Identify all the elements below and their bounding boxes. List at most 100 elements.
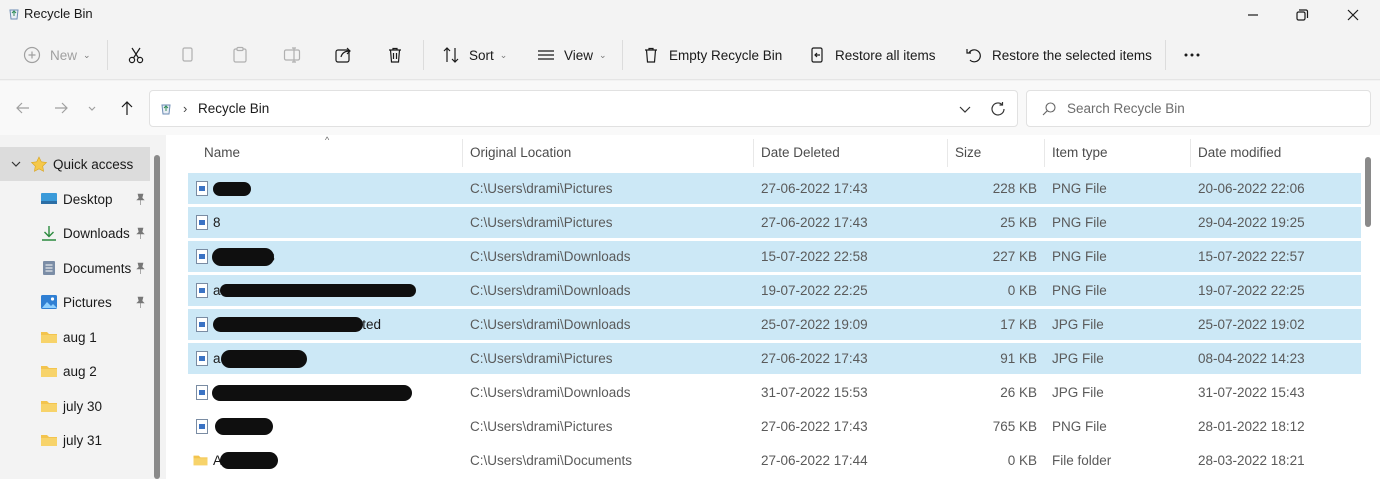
cut-button[interactable] (126, 30, 146, 80)
column-header-item-type[interactable]: Item type (1052, 135, 1108, 169)
search-box[interactable] (1026, 90, 1371, 127)
refresh-icon[interactable] (989, 100, 1007, 118)
column-header-name[interactable]: Name (204, 135, 240, 169)
folder-icon (41, 332, 57, 343)
back-button[interactable] (8, 81, 38, 135)
sidebar-item-downloads[interactable]: Downloads (0, 216, 150, 250)
empty-recycle-bin-label: Empty Recycle Bin (669, 47, 783, 63)
sidebar-item-label: aug 2 (63, 363, 97, 379)
date-deleted: 15-07-2022 22:58 (761, 249, 868, 264)
arrow-up-icon (121, 101, 133, 115)
table-row[interactable]: step 2 C:\Users\drami\Pictures 27-06-202… (188, 173, 1361, 204)
file-size: 91 KB (1000, 351, 1037, 366)
plus-circle-icon (23, 46, 41, 64)
command-bar: New ⌄ Sort ⌄ View ⌄ Empty Recycle Bin Re… (0, 30, 1380, 80)
minimize-button[interactable] (1230, 0, 1276, 30)
table-row[interactable]: 8 C:\Users\drami\Pictures 27-06-2022 17:… (188, 207, 1361, 238)
date-deleted: 31-07-2022 15:53 (761, 385, 868, 400)
chevron-down-icon: ⌄ (599, 49, 607, 60)
sidebar-item-july-31[interactable]: july 31 (0, 423, 150, 457)
table-row[interactable]: C:\Users\drami\Downloads 31-07-2022 15:5… (188, 377, 1361, 408)
restore-selected-label: Restore the selected items (992, 47, 1152, 63)
sidebar-item-aug-2[interactable]: aug 2 (0, 354, 150, 388)
item-type: PNG File (1052, 419, 1107, 434)
clipboard-icon (233, 46, 247, 63)
date-modified: 28-03-2022 18:21 (1198, 453, 1305, 468)
image-file-icon (196, 215, 208, 230)
address-bar[interactable]: › Recycle Bin (149, 90, 1018, 127)
item-type: PNG File (1052, 215, 1107, 230)
restore-selected-button[interactable]: Restore the selected items (964, 30, 1152, 80)
forward-button[interactable] (46, 81, 76, 135)
sort-button[interactable]: Sort ⌄ (441, 30, 507, 80)
sort-icon (443, 47, 459, 63)
restore-all-button[interactable]: Restore all items (807, 30, 936, 80)
window-title: Recycle Bin (24, 6, 93, 21)
column-divider[interactable] (753, 139, 754, 167)
table-row[interactable]: a t C:\Users\drami\Pictures 27-06-2022 1… (188, 343, 1361, 374)
up-button[interactable] (112, 81, 142, 135)
file-size: 26 KB (1000, 385, 1037, 400)
table-row[interactable]: s C:\Users\drami\Downloads 15-07-2022 22… (188, 241, 1361, 272)
column-divider[interactable] (462, 139, 463, 167)
item-type: JPG File (1052, 317, 1104, 332)
table-row[interactable]: C:\Users\drami\Pictures 27-06-2022 17:43… (188, 411, 1361, 442)
chevron-down-icon[interactable] (957, 101, 973, 117)
file-size: 17 KB (1000, 317, 1037, 332)
delete-button[interactable] (385, 30, 405, 80)
new-label: New (50, 47, 78, 63)
download-icon (42, 226, 56, 241)
table-row[interactable]: ected C:\Users\drami\Downloads 25-07-202… (188, 309, 1361, 340)
redaction-mark (221, 350, 307, 368)
undo-icon (966, 49, 981, 63)
document-icon (43, 261, 55, 275)
search-input[interactable] (1067, 91, 1357, 126)
column-header-label: Original Location (470, 144, 572, 160)
restore-window-button[interactable] (1279, 0, 1325, 30)
share-button[interactable] (333, 30, 353, 80)
sidebar-item-desktop[interactable]: Desktop (0, 182, 150, 216)
item-type: JPG File (1052, 385, 1104, 400)
more-options-button[interactable] (1182, 30, 1202, 80)
image-file-icon (196, 181, 208, 196)
column-header-original-location[interactable]: Original Location (470, 135, 571, 169)
column-divider[interactable] (1044, 139, 1045, 167)
breadcrumb[interactable]: Recycle Bin (198, 101, 269, 116)
file-size: 0 KB (1007, 283, 1037, 298)
date-deleted: 19-07-2022 22:25 (761, 283, 868, 298)
sort-label: Sort (469, 47, 494, 63)
sidebar-item-aug-1[interactable]: aug 1 (0, 320, 150, 354)
close-button[interactable] (1330, 0, 1376, 30)
sidebar-item-documents[interactable]: Documents (0, 251, 150, 285)
redaction-mark (212, 248, 274, 266)
sidebar-scrollbar[interactable] (154, 155, 160, 479)
sidebar-item-label: Desktop (63, 191, 113, 207)
column-divider[interactable] (1190, 139, 1191, 167)
share-icon (335, 47, 351, 63)
date-modified: 19-07-2022 22:25 (1198, 283, 1305, 298)
sidebar-item-pictures[interactable]: Pictures (0, 285, 150, 319)
file-size: 228 KB (992, 181, 1037, 196)
vertical-scrollbar[interactable] (1365, 157, 1371, 227)
new-button[interactable]: New ⌄ (22, 30, 91, 80)
file-size: 0 KB (1007, 453, 1037, 468)
copy-button[interactable] (178, 30, 198, 80)
view-button[interactable]: View ⌄ (536, 30, 607, 80)
table-row[interactable]: A t C:\Users\drami\Documents 27-06-2022 … (188, 445, 1361, 476)
empty-recycle-bin-button[interactable]: Empty Recycle Bin (641, 30, 782, 80)
date-deleted: 25-07-2022 19:09 (761, 317, 868, 332)
column-header-size[interactable]: Size (955, 135, 981, 169)
minimize-icon (1248, 14, 1258, 16)
table-row[interactable]: a C:\Users\drami\Downloads 19-07-2022 22… (188, 275, 1361, 306)
column-header-date-modified[interactable]: Date modified (1198, 135, 1281, 169)
date-modified: 20-06-2022 22:06 (1198, 181, 1305, 196)
star-icon (30, 156, 48, 172)
sidebar-item-quick-access[interactable]: Quick access (0, 147, 150, 181)
sidebar-item-july-30[interactable]: july 30 (0, 389, 150, 423)
column-header-date-deleted[interactable]: Date Deleted (761, 135, 840, 169)
paste-button[interactable] (230, 30, 250, 80)
recent-locations-button[interactable] (80, 81, 104, 135)
column-divider[interactable] (947, 139, 948, 167)
chevron-down-icon[interactable] (10, 158, 22, 170)
rename-button[interactable] (282, 30, 302, 80)
